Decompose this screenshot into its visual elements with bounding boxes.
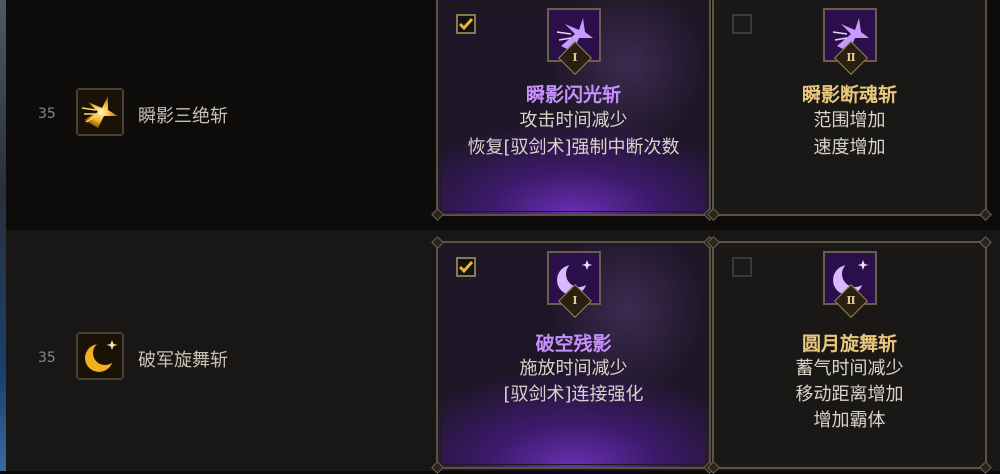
skill-option-card[interactable]: Ⅰ 瞬影闪光斩 攻击时间减少 恢复[驭剑术]强制中断次数: [431, 0, 716, 221]
checkmark-icon: [458, 261, 474, 274]
option-checkbox[interactable]: [732, 14, 752, 34]
skill-option-card[interactable]: Ⅰ 破空残影 施放时间减少 [驭剑术]连接强化: [431, 236, 716, 474]
skill-name: 破军旋舞斩: [138, 350, 228, 371]
skill-level: 35: [38, 106, 56, 122]
skill-option-card[interactable]: Ⅱ 瞬影断魂斩 范围增加 速度增加: [707, 0, 992, 221]
crescent-moon-icon: Ⅰ: [546, 251, 601, 318]
option-effect: 移动距离增加: [795, 384, 904, 405]
option-numeral: Ⅰ: [571, 51, 578, 64]
skill-row: 35 瞬影三绝斩 Ⅰ 瞬影闪光斩 攻击时间减少 恢复[驭剑术]强制中断次数 Ⅱ …: [6, 0, 1000, 231]
skill-row: 35 破军旋舞斩 Ⅰ 破空残影 施放时间减少 [驭剑术]连接强化 Ⅱ 圆月旋舞斩…: [6, 231, 1000, 474]
option-numeral: Ⅰ: [571, 294, 578, 307]
option-effect: 范围增加: [813, 110, 886, 131]
option-title: 破空残影: [535, 333, 612, 355]
option-checkbox[interactable]: [732, 257, 752, 277]
winged-slash-icon[interactable]: [76, 88, 124, 136]
option-checkbox[interactable]: [456, 14, 476, 34]
crescent-moon-icon: Ⅱ: [822, 251, 877, 318]
option-title: 圆月旋舞斩: [801, 333, 897, 355]
option-title: 瞬影断魂斩: [801, 84, 897, 106]
option-numeral: Ⅱ: [845, 294, 856, 307]
option-numeral: Ⅱ: [845, 51, 856, 64]
option-title: 瞬影闪光斩: [525, 84, 621, 106]
option-effect: 增加霸体: [813, 410, 886, 431]
option-effect: 恢复[驭剑术]强制中断次数: [467, 137, 680, 158]
option-effect: 蓄气时间减少: [795, 358, 904, 379]
winged-blade-icon: Ⅱ: [822, 8, 877, 75]
crescent-moon-icon[interactable]: [76, 332, 124, 380]
option-effect: 施放时间减少: [519, 358, 628, 379]
skill-option-card[interactable]: Ⅱ 圆月旋舞斩 蓄气时间减少 移动距离增加 增加霸体: [707, 236, 992, 474]
skill-name: 瞬影三绝斩: [138, 106, 228, 127]
option-checkbox[interactable]: [456, 257, 476, 277]
skill-level: 35: [38, 350, 56, 366]
option-effect: 速度增加: [813, 137, 886, 158]
option-effect: 攻击时间减少: [519, 110, 628, 131]
option-effect: [驭剑术]连接强化: [503, 384, 644, 405]
checkmark-icon: [458, 18, 474, 31]
winged-blade-icon: Ⅰ: [546, 8, 601, 75]
